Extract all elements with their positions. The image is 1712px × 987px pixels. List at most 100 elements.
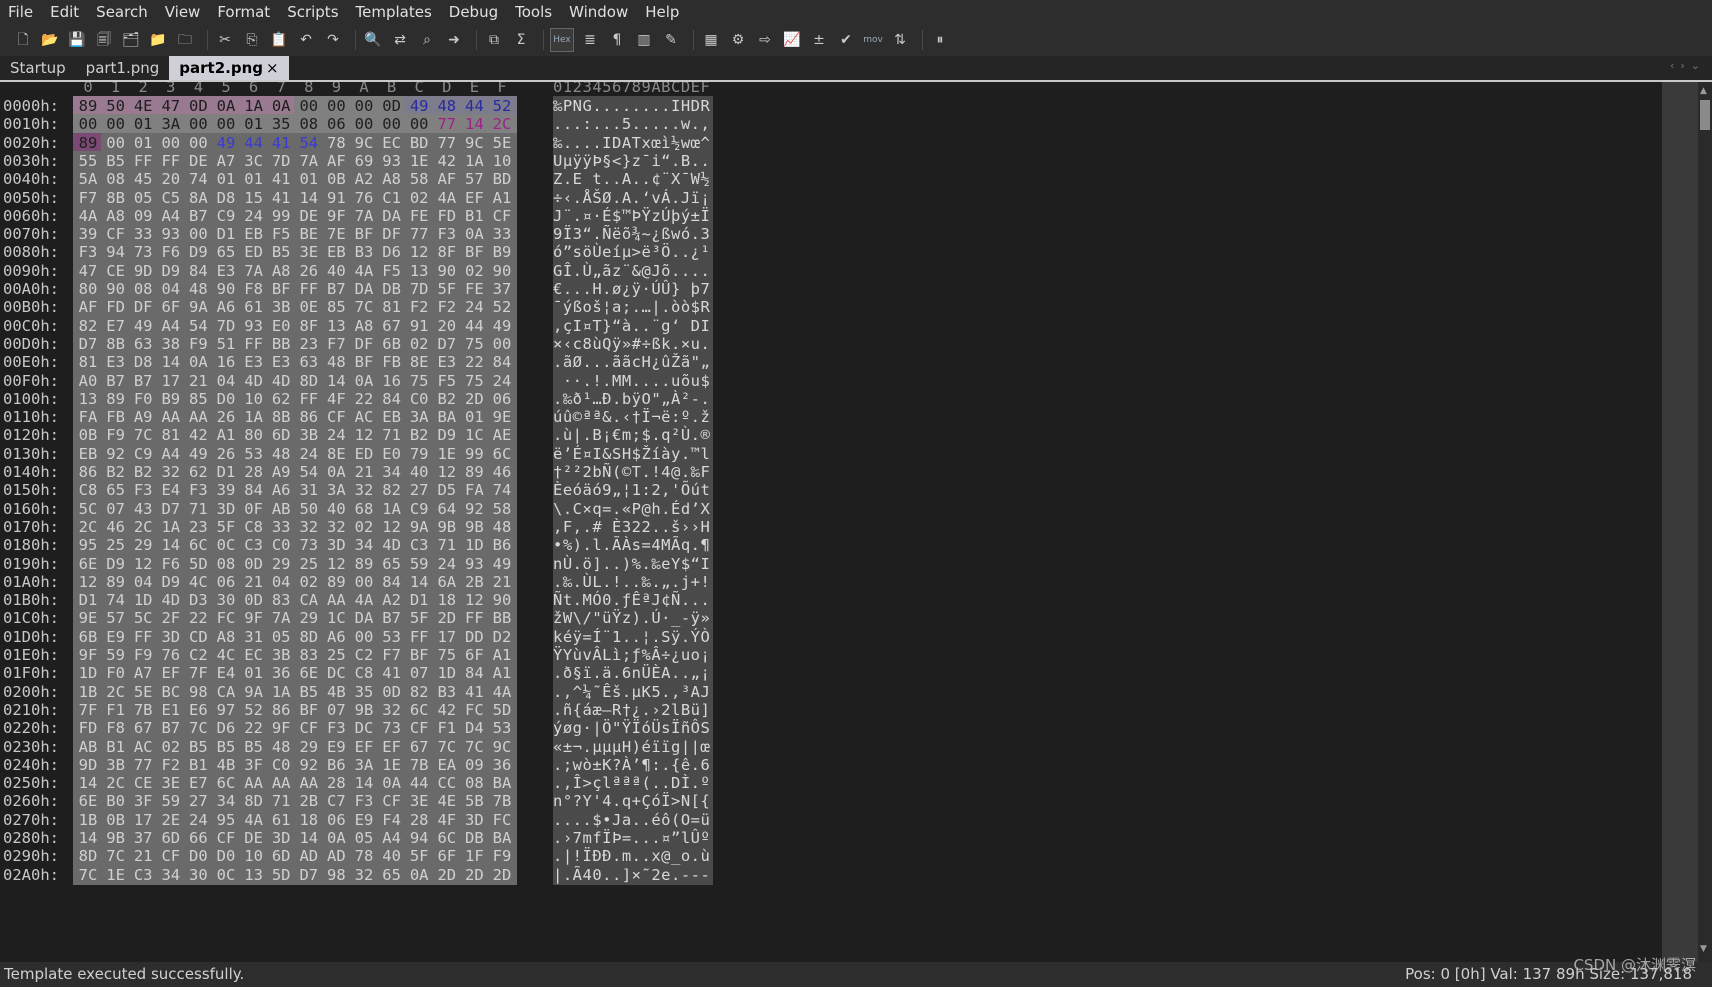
- hex-byte[interactable]: 58: [404, 169, 435, 190]
- hex-byte[interactable]: 93: [238, 315, 269, 336]
- hex-byte[interactable]: 00: [321, 96, 352, 116]
- hex-byte[interactable]: 14: [293, 828, 324, 848]
- hex-byte[interactable]: AB: [73, 736, 103, 757]
- hex-byte[interactable]: 9C: [487, 736, 517, 757]
- hex-byte[interactable]: CF: [211, 828, 241, 848]
- hex-byte[interactable]: F3: [73, 242, 103, 263]
- hex-byte[interactable]: A1: [487, 645, 517, 665]
- hex-byte[interactable]: D6: [376, 242, 407, 263]
- hex-byte[interactable]: 1E: [404, 150, 435, 171]
- hex-byte[interactable]: 9A: [404, 516, 435, 537]
- hex-byte[interactable]: 16: [376, 370, 407, 391]
- hex-byte[interactable]: 13: [238, 864, 269, 885]
- hex-byte[interactable]: 05: [349, 828, 379, 848]
- hex-byte[interactable]: 61: [266, 809, 297, 830]
- hex-byte[interactable]: EF: [155, 663, 186, 684]
- hex-byte[interactable]: 1A: [459, 150, 490, 171]
- hex-byte[interactable]: 41: [459, 681, 490, 702]
- hex-byte[interactable]: 75: [459, 370, 490, 391]
- hex-byte[interactable]: FE: [459, 279, 490, 299]
- hex-byte[interactable]: 9F: [238, 608, 269, 629]
- hex-byte[interactable]: 0B: [321, 169, 352, 190]
- hex-byte[interactable]: 00: [349, 114, 379, 135]
- ascii-text[interactable]: ýøg·|Ö"ŸÏóÜsÏñÔS: [553, 718, 713, 739]
- menu-debug[interactable]: Debug: [441, 0, 507, 24]
- hex-byte[interactable]: 24: [431, 553, 462, 574]
- hex-byte[interactable]: 92: [459, 498, 490, 519]
- hex-byte[interactable]: A9: [266, 462, 297, 482]
- hex-byte[interactable]: 4C: [211, 645, 241, 665]
- hex-byte[interactable]: 6C: [487, 443, 517, 464]
- hex-byte[interactable]: 48: [487, 516, 517, 537]
- hex-byte[interactable]: F3: [431, 224, 462, 245]
- hex-byte[interactable]: 41: [266, 169, 297, 190]
- hex-byte[interactable]: 0E: [293, 297, 324, 318]
- hex-byte[interactable]: 32: [293, 516, 324, 537]
- hex-byte[interactable]: 0A: [183, 352, 214, 373]
- hex-byte[interactable]: 00: [293, 96, 324, 116]
- hex-byte[interactable]: 09: [128, 205, 159, 226]
- hex-byte[interactable]: CF: [321, 407, 352, 428]
- hex-byte[interactable]: 42: [431, 150, 462, 171]
- hex-byte[interactable]: 9C: [459, 132, 490, 153]
- hex-byte[interactable]: 0A: [349, 370, 379, 391]
- hex-byte[interactable]: 6F: [155, 297, 186, 318]
- hex-byte[interactable]: 01: [238, 663, 269, 684]
- hex-byte[interactable]: 74: [100, 590, 131, 611]
- arithmetic-icon[interactable]: ±: [808, 29, 830, 51]
- hex-byte[interactable]: CE: [100, 260, 131, 281]
- hex-byte[interactable]: 1D: [431, 663, 462, 684]
- hex-byte[interactable]: 8F: [293, 315, 324, 336]
- hex-byte[interactable]: 7A: [349, 205, 379, 226]
- hex-byte[interactable]: C8: [349, 663, 379, 684]
- hex-byte[interactable]: 90: [487, 590, 517, 611]
- hex-byte[interactable]: F9: [487, 846, 517, 867]
- hex-byte[interactable]: 3D: [155, 626, 186, 647]
- hex-byte[interactable]: 5E: [487, 132, 517, 153]
- hex-byte[interactable]: 78: [349, 846, 379, 867]
- cut-icon[interactable]: ✂: [214, 29, 236, 51]
- hex-byte[interactable]: 02: [293, 571, 324, 592]
- ascii-text[interactable]: •%).l.ÃÀs=4MÃq.¶: [553, 535, 713, 556]
- hex-byte[interactable]: FF: [155, 150, 186, 171]
- hex-byte[interactable]: 00: [183, 224, 214, 245]
- hex-byte[interactable]: 3A: [321, 480, 352, 501]
- hex-byte[interactable]: 01: [238, 169, 269, 190]
- hex-byte[interactable]: A6: [321, 626, 352, 647]
- hex-byte[interactable]: 49: [211, 132, 241, 153]
- hex-byte[interactable]: 49: [487, 553, 517, 574]
- hex-byte[interactable]: 33: [487, 224, 517, 245]
- ascii-text[interactable]: J¨.¤·É$™ÞŸzÚþý±Ï: [553, 205, 713, 226]
- hex-byte[interactable]: 67: [376, 315, 407, 336]
- hex-byte[interactable]: 37: [487, 279, 517, 299]
- hex-byte[interactable]: 5B: [459, 791, 490, 812]
- hex-byte[interactable]: 32: [321, 516, 352, 537]
- ascii-text[interactable]: .ð§ï.ä.6nÜÈA..„¡: [553, 663, 713, 684]
- hex-byte[interactable]: B2: [431, 388, 462, 409]
- hex-byte[interactable]: A0: [73, 370, 103, 391]
- hex-byte[interactable]: E9: [321, 736, 352, 757]
- hex-byte[interactable]: DF: [349, 333, 379, 354]
- hex-byte[interactable]: 4F: [431, 809, 462, 830]
- hex-byte[interactable]: FF: [459, 608, 490, 629]
- hex-byte[interactable]: 5E: [128, 681, 159, 702]
- hex-byte[interactable]: D9: [100, 553, 131, 574]
- hex-byte[interactable]: C0: [266, 535, 297, 556]
- hex-byte[interactable]: 9E: [487, 407, 517, 428]
- hex-byte[interactable]: 5C: [73, 498, 103, 519]
- hex-byte[interactable]: 08: [128, 279, 159, 299]
- hex-byte[interactable]: 7F: [73, 699, 103, 720]
- hex-byte[interactable]: 06: [487, 388, 517, 409]
- hex-byte[interactable]: B1: [183, 754, 214, 775]
- hex-byte[interactable]: 47: [155, 96, 186, 116]
- columns-icon[interactable]: ▥: [633, 29, 655, 51]
- hex-byte[interactable]: A4: [155, 443, 186, 464]
- hex-byte[interactable]: B1: [100, 736, 131, 757]
- hex-byte[interactable]: DE: [293, 205, 324, 226]
- hex-byte[interactable]: 99: [266, 205, 297, 226]
- hex-byte[interactable]: 1E: [431, 443, 462, 464]
- import-icon[interactable]: ⇨: [754, 29, 776, 51]
- hex-byte[interactable]: C8: [73, 480, 103, 501]
- hex-byte[interactable]: 12: [431, 462, 462, 482]
- hex-byte[interactable]: 10: [238, 388, 269, 409]
